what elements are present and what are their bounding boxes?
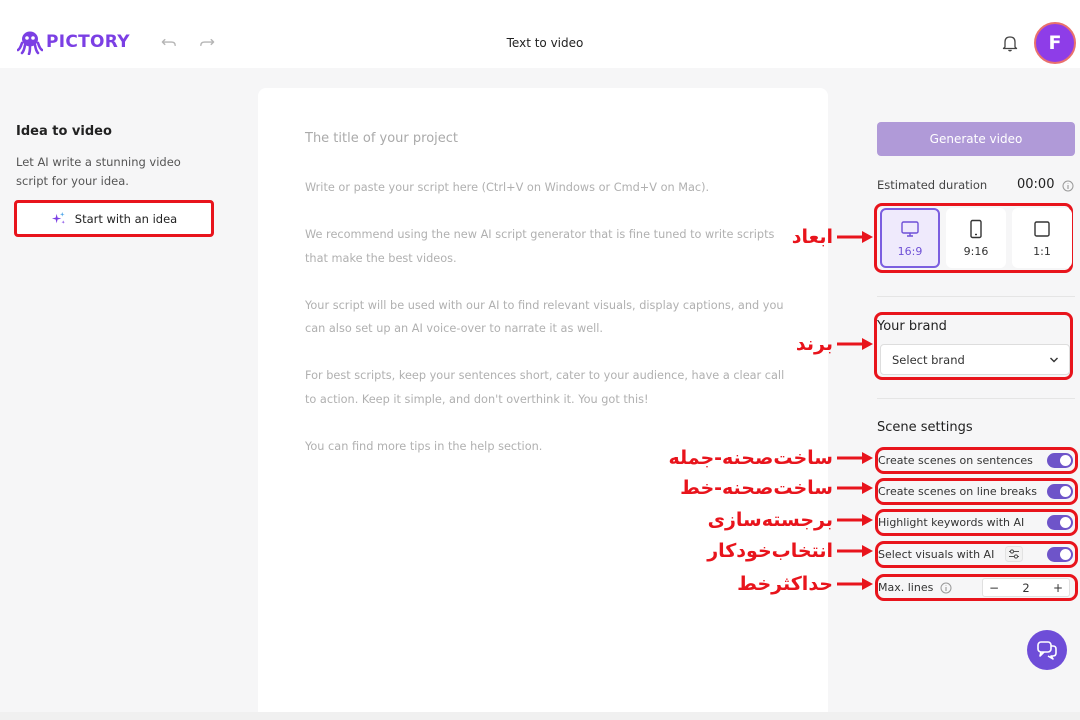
sidebar-description: Let AI write a stunning video script for… xyxy=(16,155,181,188)
top-bar: PICTORY Text to video F xyxy=(0,0,1080,68)
annotation-label: حداکثرخط xyxy=(737,573,833,595)
annotation-label: ابعاد xyxy=(791,226,833,248)
arrow-right-icon xyxy=(837,482,873,494)
script-hint-3: Your script will be used with our AI to … xyxy=(305,298,784,336)
annotation-label: ساخت‌صحنه-جمله xyxy=(668,447,833,469)
arrow-right-icon xyxy=(837,514,873,526)
annotation-highlight: برجسته‌سازی xyxy=(708,509,874,531)
increment-button[interactable]: + xyxy=(1047,581,1069,595)
phone-icon xyxy=(970,219,982,238)
info-icon[interactable] xyxy=(1062,180,1074,192)
chat-icon xyxy=(1037,641,1057,660)
divider xyxy=(877,398,1075,399)
scene-settings-title: Scene settings xyxy=(877,420,973,435)
aspect-1-1-label: 1:1 xyxy=(1033,244,1051,258)
estimated-duration-label: Estimated duration xyxy=(877,178,988,192)
highlight-toggle[interactable] xyxy=(1047,515,1073,530)
script-hint-1: Write or paste your script here (Ctrl+V … xyxy=(305,181,710,194)
scene-option-highlight: Highlight keywords with AI xyxy=(875,509,1078,536)
annotation-sentences: ساخت‌صحنه-جمله xyxy=(668,447,874,469)
max-lines-stepper[interactable]: − 2 + xyxy=(982,578,1070,597)
decrement-button[interactable]: − xyxy=(983,581,1005,595)
aspect-1-1-option[interactable]: 1:1 xyxy=(1012,208,1072,268)
brand-select-value: Select brand xyxy=(892,352,965,367)
annotation-auto-select: انتخاب‌خودکار xyxy=(707,540,874,562)
scene-option-label: Highlight keywords with AI xyxy=(878,516,1025,529)
arrow-right-icon xyxy=(837,452,873,464)
brand-select[interactable]: Select brand xyxy=(880,344,1070,375)
max-lines-label: Max. lines xyxy=(878,581,934,594)
square-icon xyxy=(1034,220,1050,237)
estimated-duration-value: 00:00 xyxy=(1017,177,1055,192)
annotation-max-lines: حداکثرخط xyxy=(737,573,874,595)
script-hint-2: We recommend using the new AI script gen… xyxy=(305,228,775,265)
arrow-right-icon xyxy=(837,578,873,590)
info-icon[interactable] xyxy=(940,582,952,594)
arrow-right-icon xyxy=(837,545,873,557)
arrow-right-icon xyxy=(837,231,873,243)
aspect-16-9-label: 16:9 xyxy=(897,244,923,258)
aspect-9-16-option[interactable]: 9:16 xyxy=(946,208,1006,268)
scene-option-label: Select visuals with AI xyxy=(878,548,995,561)
visuals-toggle[interactable] xyxy=(1047,547,1073,562)
notifications-button[interactable] xyxy=(1000,33,1020,53)
scene-option-sentences: Create scenes on sentences xyxy=(875,447,1078,474)
sentences-toggle[interactable] xyxy=(1047,453,1073,468)
scene-option-label: Create scenes on sentences xyxy=(878,454,1033,467)
line-breaks-toggle[interactable] xyxy=(1047,484,1073,499)
chevron-down-icon xyxy=(1050,357,1058,363)
scene-option-visuals: Select visuals with AI xyxy=(875,541,1078,568)
page-title: Text to video xyxy=(506,36,584,50)
bell-icon xyxy=(1002,36,1018,52)
idea-button-label: Start with an idea xyxy=(74,211,178,226)
annotation-label: برند xyxy=(795,333,833,355)
user-avatar[interactable]: F xyxy=(1034,22,1076,64)
settings-sliders-icon[interactable] xyxy=(1005,546,1023,562)
annotation-line-breaks: ساخت‌صحنه-خط xyxy=(680,477,874,499)
script-editor[interactable]: The title of your project Write or paste… xyxy=(258,88,828,720)
annotation-label: برجسته‌سازی xyxy=(707,509,833,531)
aspect-16-9-option[interactable]: 16:9 xyxy=(880,208,940,268)
chat-support-button[interactable] xyxy=(1027,630,1067,670)
bottom-bar xyxy=(0,712,1080,720)
brand-title: Your brand xyxy=(877,319,947,334)
max-lines-row: Max. lines − 2 + xyxy=(875,574,1078,601)
annotation-aspect: ابعاد xyxy=(792,226,874,248)
max-lines-value: 2 xyxy=(1022,580,1030,595)
sparkles-icon xyxy=(51,211,65,224)
sidebar-title: Idea to video xyxy=(16,124,112,139)
script-body[interactable]: Write or paste your script here (Ctrl+V … xyxy=(305,176,790,482)
start-with-idea-button[interactable]: Start with an idea xyxy=(14,200,214,237)
scene-option-line-breaks: Create scenes on line breaks xyxy=(875,478,1078,505)
script-hint-4: For best scripts, keep your sentences sh… xyxy=(305,369,785,406)
generate-video-button[interactable]: Generate video xyxy=(877,122,1075,156)
annotation-label: ساخت‌صحنه-خط xyxy=(680,477,833,499)
divider xyxy=(877,296,1075,297)
annotation-label: انتخاب‌خودکار xyxy=(707,540,833,562)
scene-option-label: Create scenes on line breaks xyxy=(878,485,1037,498)
aspect-9-16-label: 9:16 xyxy=(963,244,989,258)
monitor-icon xyxy=(901,220,919,237)
project-title-input[interactable]: The title of your project xyxy=(305,131,458,146)
arrow-right-icon xyxy=(837,338,873,350)
annotation-brand: برند xyxy=(796,333,874,355)
